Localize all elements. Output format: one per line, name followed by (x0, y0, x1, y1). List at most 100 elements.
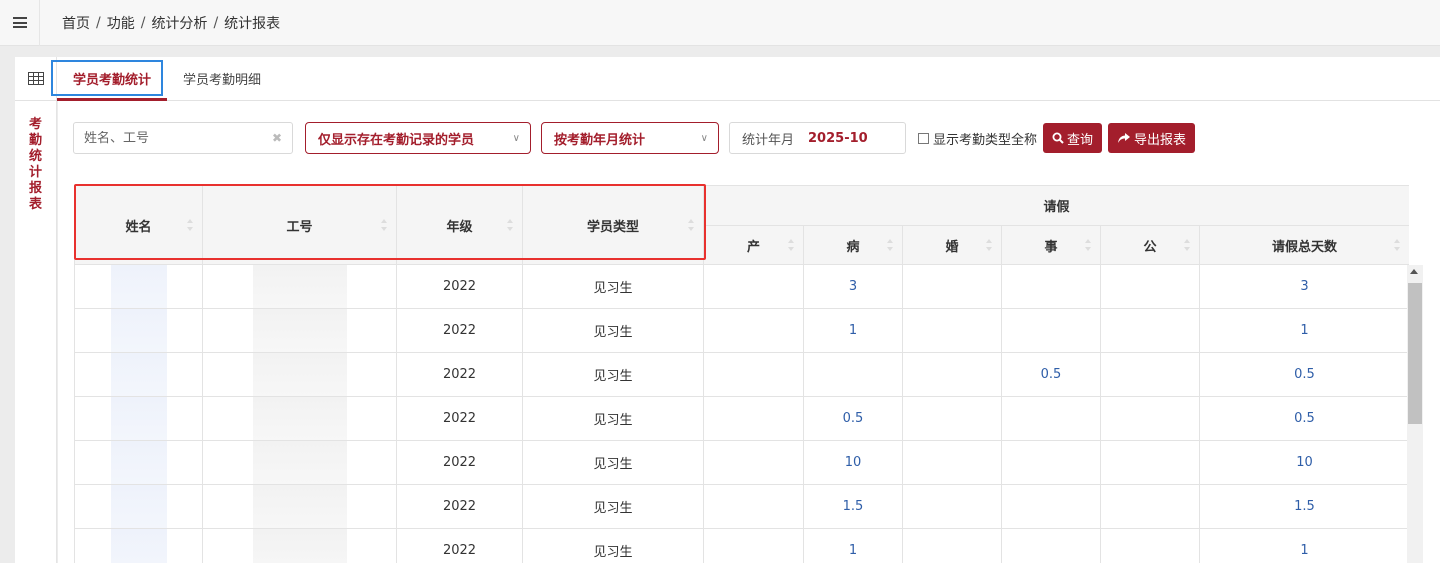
cell-personal[interactable] (1001, 440, 1101, 485)
cell-maternity[interactable] (703, 528, 804, 563)
cell-official[interactable] (1100, 352, 1200, 397)
cell-marriage[interactable] (902, 308, 1002, 353)
breadcrumb-item[interactable]: 功能 (107, 13, 135, 33)
cell-marriage[interactable] (902, 352, 1002, 397)
cell-marriage[interactable] (902, 396, 1002, 441)
scroll-thumb[interactable] (1408, 283, 1422, 424)
cell-marriage[interactable] (902, 484, 1002, 529)
redacted-name (110, 309, 167, 352)
cell-sick[interactable]: 10 (803, 440, 903, 485)
cell-marriage[interactable] (902, 440, 1002, 485)
cell-total[interactable]: 0.5 (1198, 396, 1409, 441)
table-row[interactable]: 2022 见习生 1 1 (74, 308, 1409, 353)
sort-icon[interactable] (1184, 239, 1191, 251)
cell-total[interactable]: 1 (1198, 308, 1409, 353)
cell-maternity[interactable] (703, 308, 804, 353)
col-header-marriage[interactable]: 婚 (902, 225, 1002, 265)
cell-personal[interactable] (1001, 308, 1101, 353)
redacted-id (252, 309, 347, 352)
cell-sick[interactable] (803, 352, 903, 397)
cell-sick[interactable]: 1 (803, 528, 903, 563)
col-header-sick[interactable]: 病 (803, 225, 903, 265)
redacted-id (252, 353, 347, 396)
period-picker[interactable]: 统计年月 2025-10 (729, 122, 906, 154)
cell-personal[interactable] (1001, 528, 1101, 563)
table-row[interactable]: 2022 见习生 0.5 0.5 (74, 352, 1409, 397)
tab-attendance-detail[interactable]: 学员考勤明细 (167, 57, 277, 100)
vertical-scrollbar[interactable] (1407, 265, 1423, 563)
cell-total[interactable]: 10 (1198, 440, 1409, 485)
table-row[interactable]: 2022 见习生 0.5 0.5 (74, 396, 1409, 441)
table-row[interactable]: 2022 见习生 10 10 (74, 440, 1409, 485)
tab-attendance-stats[interactable]: 学员考勤统计 (51, 57, 168, 101)
cell-sick[interactable]: 0.5 (803, 396, 903, 441)
sort-icon[interactable] (507, 219, 514, 231)
cell-type: 见习生 (522, 528, 704, 563)
stat-mode-select[interactable]: 按考勤年月统计 ∨ (541, 122, 719, 154)
cell-id (202, 396, 397, 441)
table-row[interactable]: 2022 见习生 1 1 (74, 528, 1409, 563)
search-input[interactable] (84, 130, 254, 146)
cell-official[interactable] (1100, 440, 1200, 485)
cell-marriage[interactable] (902, 528, 1002, 563)
cell-sick[interactable]: 3 (803, 264, 903, 309)
query-button[interactable]: 查询 (1043, 123, 1103, 153)
stats-table: 姓名 工号 年级 学员类型 请假 产 病 婚 事 公 请假总天数 2022 见习生… (74, 185, 1409, 563)
menu-toggle-button[interactable] (0, 0, 40, 46)
cell-official[interactable] (1100, 396, 1200, 441)
sort-icon[interactable] (1394, 239, 1401, 251)
cell-maternity[interactable] (703, 440, 804, 485)
cell-official[interactable] (1100, 264, 1200, 309)
redacted-id (252, 441, 347, 484)
cell-name (74, 440, 203, 485)
table-body: 2022 见习生 3 3 2022 见习生 1 1 2022 见习生 0.5 0.5 2022 见习生 0.… (74, 264, 1409, 563)
sort-icon[interactable] (986, 239, 993, 251)
col-header-official[interactable]: 公 (1100, 225, 1200, 265)
col-header-name[interactable]: 姓名 (74, 185, 203, 265)
cell-personal[interactable] (1001, 484, 1101, 529)
cell-personal[interactable] (1001, 396, 1101, 441)
col-header-type[interactable]: 学员类型 (522, 185, 704, 265)
cell-maternity[interactable] (703, 396, 804, 441)
sort-icon[interactable] (688, 219, 695, 231)
scroll-up-icon[interactable] (1410, 269, 1418, 274)
col-header-grade[interactable]: 年级 (396, 185, 523, 265)
table-row[interactable]: 2022 见习生 1.5 1.5 (74, 484, 1409, 529)
cell-id (202, 308, 397, 353)
cell-sick[interactable]: 1 (803, 308, 903, 353)
col-header-total[interactable]: 请假总天数 (1198, 225, 1409, 265)
sort-icon[interactable] (187, 219, 194, 231)
cell-personal[interactable] (1001, 264, 1101, 309)
sort-icon[interactable] (1085, 239, 1092, 251)
col-header-personal[interactable]: 事 (1001, 225, 1101, 265)
cell-total[interactable]: 0.5 (1198, 352, 1409, 397)
col-header-id[interactable]: 工号 (202, 185, 397, 265)
cell-official[interactable] (1100, 528, 1200, 563)
redacted-name (110, 485, 167, 528)
cell-personal[interactable]: 0.5 (1001, 352, 1101, 397)
cell-sick[interactable]: 1.5 (803, 484, 903, 529)
cell-total[interactable]: 3 (1198, 264, 1409, 309)
stat-mode-value: 按考勤年月统计 (554, 132, 646, 148)
record-filter-select[interactable]: 仅显示存在考勤记录的学员 ∨ (305, 122, 531, 154)
col-header-maternity[interactable]: 产 (703, 225, 804, 265)
cell-official[interactable] (1100, 308, 1200, 353)
cell-total[interactable]: 1 (1198, 528, 1409, 563)
show-fullname-checkbox[interactable]: 显示考勤类型全称 (918, 129, 1037, 148)
cell-maternity[interactable] (703, 484, 804, 529)
sort-icon[interactable] (887, 239, 894, 251)
export-button[interactable]: 导出报表 (1108, 123, 1196, 153)
breadcrumb-item-current: 统计报表 (224, 15, 281, 32)
cell-maternity[interactable] (703, 264, 804, 309)
sort-icon[interactable] (788, 239, 795, 251)
cell-marriage[interactable] (902, 264, 1002, 309)
sort-icon[interactable] (381, 219, 388, 231)
cell-maternity[interactable] (703, 352, 804, 397)
breadcrumb-item[interactable]: 首页 (62, 13, 90, 33)
cell-official[interactable] (1100, 484, 1200, 529)
cell-total[interactable]: 1.5 (1198, 484, 1409, 529)
table-row[interactable]: 2022 见习生 3 3 (74, 264, 1409, 309)
clear-icon[interactable]: ✖ (272, 131, 282, 145)
cell-id (202, 528, 397, 563)
breadcrumb-item[interactable]: 统计分析 (151, 13, 207, 33)
